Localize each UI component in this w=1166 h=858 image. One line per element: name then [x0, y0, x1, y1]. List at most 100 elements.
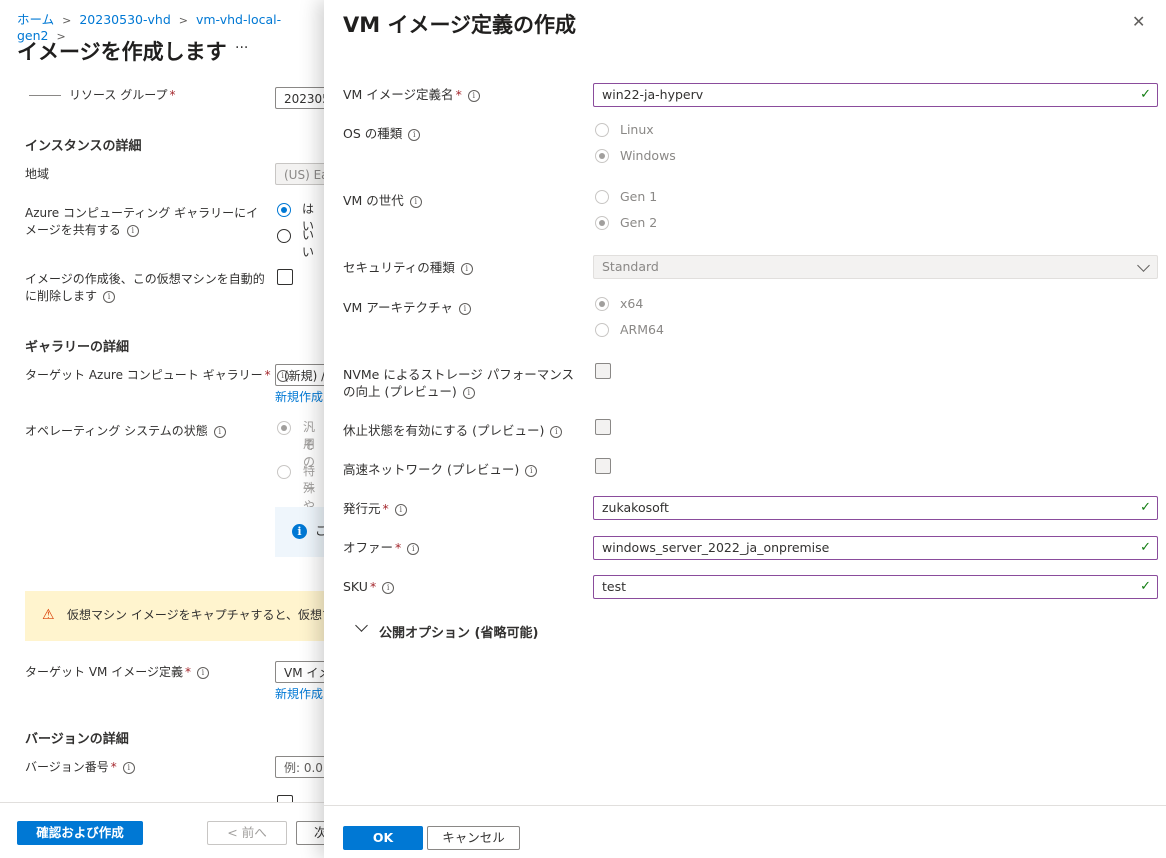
- create-image-definition-panel: VM イメージ定義の作成 ✕ VM イメージ定義名 * i win22-ja-hyp…: [324, 0, 1166, 858]
- check-icon: ✓: [1140, 579, 1151, 594]
- version-input[interactable]: 例: 0.0.: [275, 756, 324, 778]
- info-icon[interactable]: i: [460, 263, 473, 275]
- info-icon[interactable]: i: [122, 762, 135, 774]
- def-name-label: VM イメージ定義名 * i: [343, 86, 480, 103]
- security-type-label: セキュリティの種類 i: [343, 259, 473, 276]
- region-select[interactable]: (US) Ea: [275, 163, 324, 185]
- offer-value: windows_server_2022_ja_onpremise: [602, 540, 830, 555]
- breadcrumb-separator: >: [62, 14, 72, 27]
- arch-x64-radio[interactable]: [595, 297, 609, 311]
- info-icon[interactable]: i: [213, 426, 226, 438]
- cancel-button[interactable]: キャンセル: [427, 826, 520, 850]
- gen2-label: Gen 2: [620, 215, 658, 230]
- os-state-generalized-radio[interactable]: [277, 421, 291, 435]
- info-box-text: こ: [315, 524, 324, 538]
- chevron-down-icon[interactable]: [355, 619, 368, 632]
- info-icon[interactable]: i: [462, 387, 475, 399]
- os-state-specialized-radio[interactable]: [277, 465, 291, 479]
- os-type-label: OS の種類 i: [343, 125, 421, 142]
- os-linux-radio[interactable]: [595, 123, 609, 137]
- offer-input[interactable]: windows_server_2022_ja_onpremise ✓: [593, 536, 1158, 560]
- info-icon[interactable]: i: [103, 291, 116, 303]
- chevron-down-icon: [1137, 259, 1150, 272]
- arch-x64-label: x64: [620, 296, 644, 311]
- sku-label: SKU * i: [343, 578, 395, 595]
- gallery-section-title: ギャラリーの詳細: [25, 340, 130, 355]
- accel-network-checkbox[interactable]: [595, 458, 611, 474]
- security-type-value: Standard: [602, 259, 659, 274]
- breadcrumb-separator: >: [178, 14, 188, 27]
- warning-box: ⚠ 仮想マシン イメージをキャプチャすると、仮想マシンが使用: [25, 591, 324, 641]
- offer-label: オファー * i: [343, 539, 420, 556]
- target-def-label: ターゲット VM イメージ定義 * i: [25, 664, 209, 681]
- breadcrumb-rg[interactable]: 20230530-vhd: [79, 12, 170, 27]
- def-name-input[interactable]: win22-ja-hyperv ✓: [593, 83, 1158, 107]
- breadcrumb-home[interactable]: ホーム: [17, 12, 54, 27]
- panel-footer-divider: [324, 805, 1166, 806]
- warning-text: 仮想マシン イメージをキャプチャすると、仮想マシンが使用: [67, 608, 324, 622]
- os-state-label: オペレーティング システムの状態 i: [25, 423, 226, 440]
- info-box: i こ: [275, 507, 324, 557]
- info-icon[interactable]: i: [394, 504, 407, 516]
- panel-title: VM イメージ定義の作成: [343, 13, 577, 37]
- resource-group-label: リソース グループ *: [69, 88, 176, 102]
- target-gallery-label: ターゲット Azure コンピュート ギャラリー * i: [25, 367, 289, 384]
- nvme-label: NVMe によるストレージ パフォーマンスの向上 (プレビュー) i: [343, 367, 574, 399]
- info-icon[interactable]: i: [196, 667, 209, 679]
- accel-network-label: 高速ネットワーク (プレビュー) i: [343, 461, 538, 478]
- info-icon[interactable]: i: [458, 303, 471, 315]
- version-section-title: バージョンの詳細: [25, 732, 129, 747]
- share-yes-radio[interactable]: [277, 203, 291, 217]
- create-new-gallery-link[interactable]: 新規作成: [275, 388, 323, 405]
- os-linux-label: Linux: [620, 122, 654, 137]
- arch-arm64-radio[interactable]: [595, 323, 609, 337]
- def-name-value: win22-ja-hyperv: [602, 87, 704, 102]
- info-icon[interactable]: i: [550, 426, 563, 438]
- target-def-select[interactable]: VM イメ: [275, 661, 324, 683]
- publish-options-toggle[interactable]: 公開オプション (省略可能): [379, 622, 538, 641]
- close-icon[interactable]: ✕: [1132, 12, 1145, 31]
- warning-icon: ⚠: [42, 607, 55, 623]
- info-icon[interactable]: i: [382, 582, 395, 594]
- publisher-input[interactable]: zukakosoft ✓: [593, 496, 1158, 520]
- check-icon: ✓: [1140, 87, 1151, 102]
- create-new-def-link[interactable]: 新規作成: [275, 685, 323, 702]
- instance-section-title: インスタンスの詳細: [25, 139, 142, 154]
- os-windows-radio[interactable]: [595, 149, 609, 163]
- info-icon[interactable]: i: [409, 196, 422, 208]
- next-button[interactable]: 次: [296, 821, 324, 845]
- security-type-select[interactable]: Standard: [593, 255, 1158, 279]
- prev-button[interactable]: < 前へ: [207, 821, 287, 845]
- target-gallery-select[interactable]: (新規) /: [275, 364, 324, 386]
- gen1-radio[interactable]: [595, 190, 609, 204]
- resource-group-select[interactable]: 202305: [275, 87, 324, 109]
- background-blade: ホーム >20230530-vhd > vm-vhd-local-gen2 > イメージ…: [0, 0, 324, 858]
- publisher-label: 発行元 * i: [343, 500, 407, 517]
- info-icon[interactable]: i: [467, 90, 480, 102]
- info-icon[interactable]: i: [408, 129, 421, 141]
- info-icon[interactable]: i: [126, 225, 139, 237]
- gen1-label: Gen 1: [620, 189, 658, 204]
- ok-button[interactable]: OK: [343, 826, 423, 850]
- region-label: 地域: [25, 167, 50, 181]
- page-title: イメージを作成します: [17, 40, 227, 64]
- vm-arch-label: VM アーキテクチャ i: [343, 299, 471, 316]
- nvme-checkbox[interactable]: [595, 363, 611, 379]
- share-no-label: いい: [302, 228, 315, 259]
- more-icon[interactable]: ···: [235, 40, 248, 56]
- autodelete-checkbox[interactable]: [277, 269, 293, 285]
- hibernate-label: 休止状態を有効にする (プレビュー) i: [343, 422, 563, 439]
- hibernate-checkbox[interactable]: [595, 419, 611, 435]
- info-icon[interactable]: i: [525, 465, 538, 477]
- review-create-button[interactable]: 確認および作成: [17, 821, 143, 845]
- info-circle-icon: i: [292, 524, 307, 539]
- share-label: Azure コンピューティング ギャラリーにイメージを共有する i: [25, 206, 259, 237]
- os-windows-label: Windows: [620, 148, 676, 163]
- version-label: バージョン番号 * i: [25, 759, 135, 776]
- sku-input[interactable]: test ✓: [593, 575, 1158, 599]
- gen2-radio[interactable]: [595, 216, 609, 230]
- check-icon: ✓: [1140, 500, 1151, 515]
- sku-value: test: [602, 579, 627, 594]
- share-no-radio[interactable]: [277, 229, 291, 243]
- info-icon[interactable]: i: [407, 543, 420, 555]
